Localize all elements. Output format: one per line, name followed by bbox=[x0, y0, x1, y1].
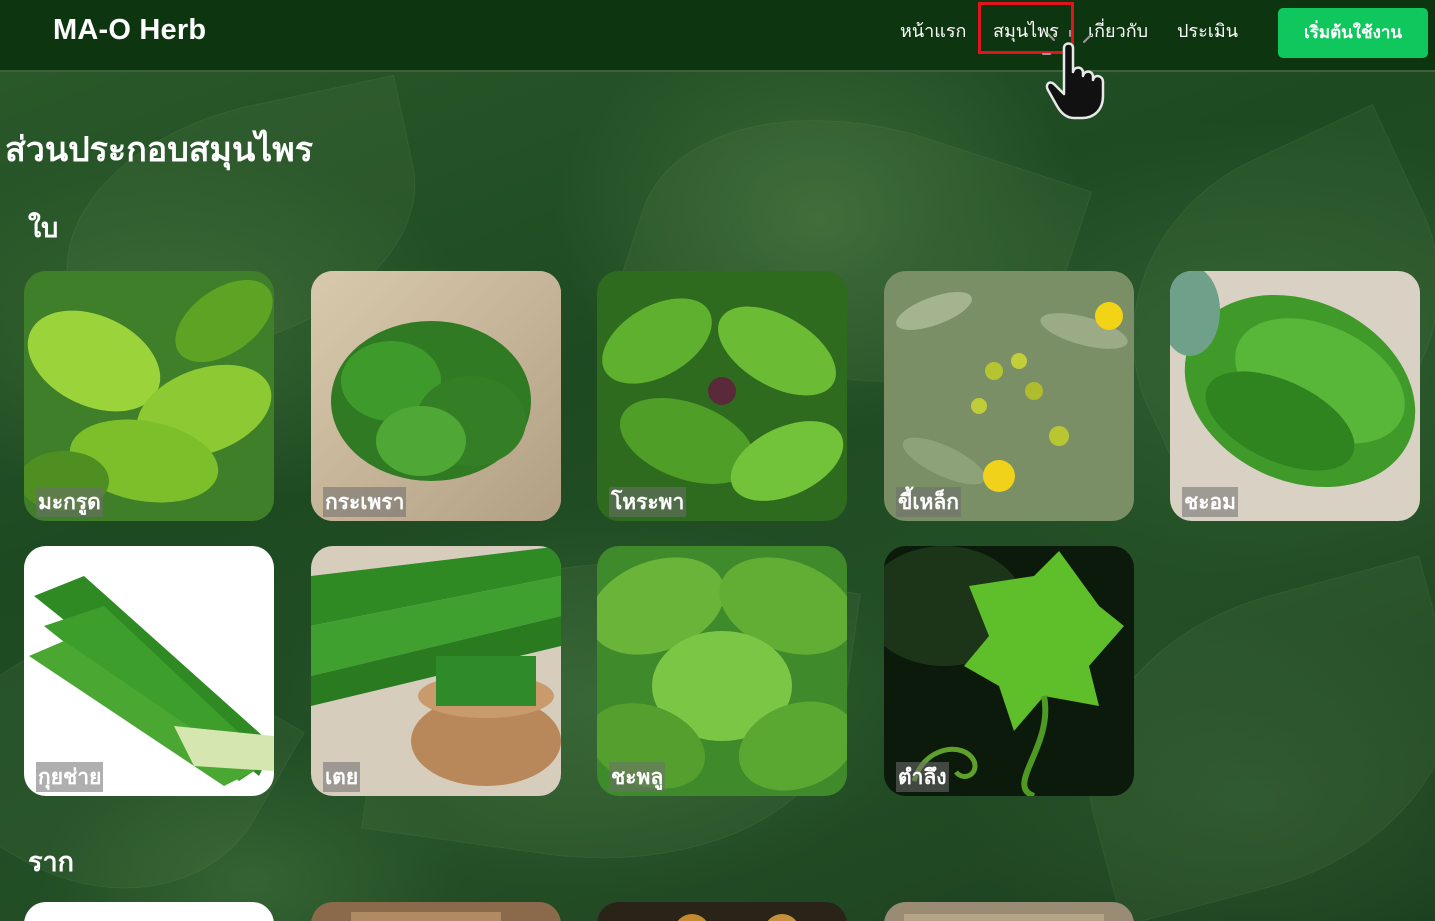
root-herb-card[interactable] bbox=[884, 902, 1134, 921]
page-title: ส่วนประกอบสมุนไพร bbox=[5, 130, 313, 170]
kaffir-lime-leaf-image bbox=[24, 271, 274, 521]
root-herb-card[interactable] bbox=[597, 902, 847, 921]
wild-betel-image bbox=[597, 546, 847, 796]
ivy-gourd-image bbox=[884, 546, 1134, 796]
hand-pointer-cursor-icon bbox=[1042, 30, 1105, 120]
herb-card-pandan[interactable]: เตย bbox=[311, 546, 561, 796]
root-herb-image bbox=[24, 902, 274, 921]
herb-name-label: โหระพา bbox=[609, 487, 687, 517]
herb-name-label: กุยช่าย bbox=[36, 762, 104, 792]
herb-name-label: กระเพรา bbox=[323, 487, 407, 517]
holy-basil-image bbox=[311, 271, 561, 521]
section-title-leaf: ใบ bbox=[28, 213, 59, 244]
chinese-chives-image bbox=[24, 546, 274, 796]
herb-card-ivy-gourd[interactable]: ตำลึง bbox=[884, 546, 1134, 796]
herb-card-holy-basil[interactable]: กระเพรา bbox=[311, 271, 561, 521]
root-herb-image bbox=[597, 902, 847, 921]
brand-logo[interactable]: MA-O Herb bbox=[53, 14, 206, 47]
sweet-basil-image bbox=[597, 271, 847, 521]
herb-card-chinese-chives[interactable]: กุยช่าย bbox=[24, 546, 274, 796]
herb-card-wild-betel[interactable]: ชะพลู bbox=[597, 546, 847, 796]
herb-name-label: เตย bbox=[323, 762, 361, 792]
herb-card-cassod-tree[interactable]: ขี้เหล็ก bbox=[884, 271, 1134, 521]
top-navbar: MA-O Herb หน้าแรก สมุนไพร เกี่ยวกับ ประเ… bbox=[0, 0, 1435, 72]
herb-name-label: มะกรูด bbox=[36, 487, 103, 517]
cassod-tree-image bbox=[884, 271, 1134, 521]
nav-link-home[interactable]: หน้าแรก bbox=[900, 16, 966, 45]
root-herb-image bbox=[884, 902, 1134, 921]
section-title-root: ราก bbox=[28, 847, 75, 878]
herb-name-label: ขี้เหล็ก bbox=[896, 487, 961, 517]
herb-name-label: ชะพลู bbox=[609, 762, 666, 792]
main-content: ส่วนประกอบสมุนไพร ใบ มะกรูด กระเพรา โหระ… bbox=[0, 72, 1435, 921]
herb-card-sweet-basil[interactable]: โหระพา bbox=[597, 271, 847, 521]
get-started-button[interactable]: เริ่มต้นใช้งาน bbox=[1278, 8, 1428, 58]
root-herb-card[interactable] bbox=[24, 902, 274, 921]
pandan-image bbox=[311, 546, 561, 796]
root-herb-card[interactable] bbox=[311, 902, 561, 921]
root-herb-image bbox=[311, 902, 561, 921]
nav-link-evaluate[interactable]: ประเมิน bbox=[1177, 16, 1238, 45]
cha-om-image bbox=[1170, 271, 1420, 521]
herb-name-label: ชะอม bbox=[1182, 487, 1238, 517]
herb-name-label: ตำลึง bbox=[896, 762, 949, 792]
herb-card-kaffir-lime[interactable]: มะกรูด bbox=[24, 271, 274, 521]
herb-card-cha-om[interactable]: ชะอม bbox=[1170, 271, 1420, 521]
